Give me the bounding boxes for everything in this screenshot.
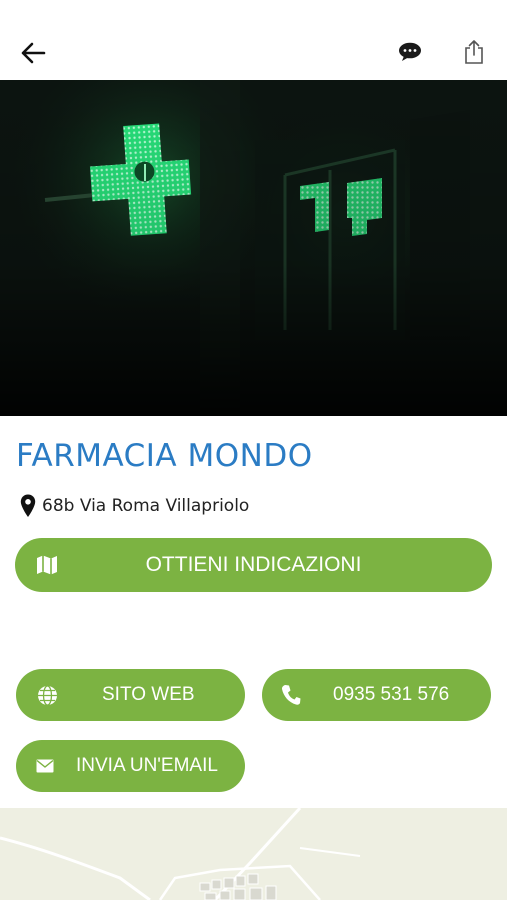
map-view[interactable] [0, 808, 507, 900]
phone-button[interactable]: 0935 531 576 [262, 669, 491, 721]
place-title: FARMACIA MONDO [16, 438, 313, 474]
hero-image [0, 80, 507, 416]
website-button[interactable]: SITO WEB [16, 669, 245, 721]
map-tiles [0, 808, 507, 900]
website-label: SITO WEB [102, 684, 195, 705]
map-pin-icon [20, 494, 36, 517]
chat-button[interactable] [394, 36, 426, 68]
get-directions-button[interactable]: OTTIENI INDICAZIONI [15, 538, 492, 592]
arrow-left-icon [21, 42, 46, 64]
top-bar [0, 0, 507, 80]
send-email-label: INVIA UN'EMAIL [76, 755, 218, 776]
phone-label: 0935 531 576 [333, 684, 450, 705]
pharmacy-sign-photo [0, 80, 507, 416]
address-text: 68b Via Roma Villapriolo [42, 496, 250, 516]
back-button[interactable] [16, 36, 50, 70]
chat-bubble-icon [399, 42, 421, 61]
share-icon [465, 40, 483, 64]
share-button[interactable] [458, 34, 490, 70]
address-row: 68b Via Roma Villapriolo [20, 494, 249, 518]
globe-icon [36, 684, 58, 706]
send-email-button[interactable]: INVIA UN'EMAIL [16, 740, 245, 792]
get-directions-label: OTTIENI INDICAZIONI [145, 553, 362, 576]
envelope-icon [35, 757, 55, 775]
phone-icon [280, 683, 302, 707]
